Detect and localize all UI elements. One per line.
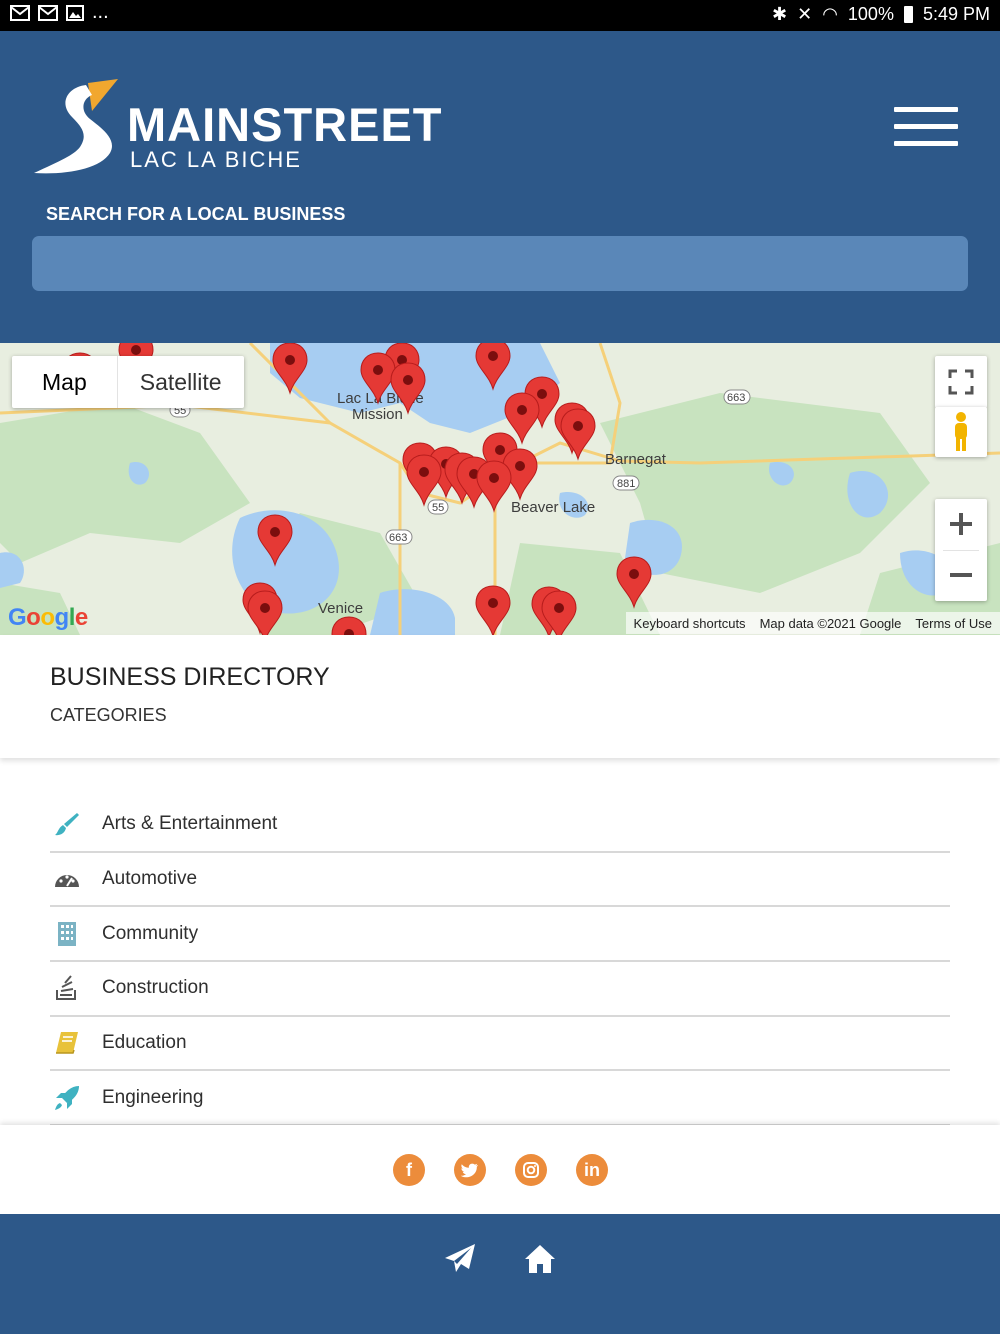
- minus-icon: [950, 573, 972, 577]
- business-map[interactable]: 55 663 881 55 663 Lac La Biche Mission B…: [0, 343, 1000, 635]
- category-item-education[interactable]: Education: [50, 1017, 950, 1072]
- keyboard-shortcuts-link[interactable]: Keyboard shortcuts: [634, 616, 746, 631]
- menu-bar: [894, 107, 958, 112]
- pegman-icon: [955, 412, 967, 451]
- building-icon: [52, 919, 82, 949]
- paper-plane-icon: [445, 1244, 475, 1272]
- road-shield-label: 55: [432, 502, 444, 514]
- facebook-icon[interactable]: f: [393, 1154, 425, 1186]
- category-item-construction[interactable]: Construction: [50, 962, 950, 1017]
- map-type-map-button[interactable]: Map: [12, 356, 118, 408]
- paintbrush-icon: [52, 809, 82, 839]
- rocket-icon: [52, 1083, 82, 1113]
- home-icon: [525, 1245, 555, 1273]
- map-place-label: Mission: [352, 406, 403, 423]
- road-shield-label: 881: [617, 478, 635, 490]
- book-icon: [52, 1028, 82, 1058]
- map-type-control: Map Satellite: [12, 356, 244, 408]
- plus-icon: [950, 513, 972, 535]
- zoom-control: [935, 499, 987, 601]
- map-place-label: Beaver Lake: [511, 499, 595, 516]
- mail-icon: [10, 4, 30, 21]
- battery-icon: [903, 6, 913, 23]
- fullscreen-button[interactable]: [935, 356, 987, 408]
- logo-subtitle: LAC LA BICHE: [130, 147, 302, 172]
- more-notifications: ...: [92, 1, 109, 23]
- road-shield-label: 663: [727, 392, 745, 404]
- mainstreet-logo[interactable]: MAINSTREET LAC LA BICHE: [30, 77, 442, 177]
- category-label: Automotive: [102, 868, 198, 890]
- map-type-satellite-button[interactable]: Satellite: [118, 356, 244, 408]
- search-label: SEARCH FOR A LOCAL BUSINESS: [46, 204, 346, 224]
- bluetooth-icon: ✱: [772, 4, 788, 24]
- contact-button[interactable]: [443, 1242, 477, 1276]
- map-data-credit: Map data ©2021 Google: [759, 615, 902, 631]
- system-icons: ✱ ✕ ◠ 100% 5:49 PM: [772, 4, 990, 25]
- category-item-engineering[interactable]: Engineering: [50, 1071, 950, 1127]
- category-label: Construction: [102, 977, 209, 999]
- mail-icon: [38, 4, 58, 21]
- road-shield-label: 663: [389, 532, 407, 544]
- pelican-logo-icon: [34, 79, 118, 174]
- status-bar: ... ✱ ✕ ◠ 100% 5:49 PM: [0, 0, 1000, 31]
- notification-icons: ...: [10, 1, 109, 23]
- zoom-out-button[interactable]: [935, 550, 987, 600]
- category-item-community[interactable]: Community: [50, 907, 950, 963]
- street-view-pegman[interactable]: [935, 407, 987, 457]
- dashboard-icon: [52, 864, 82, 894]
- twitter-icon[interactable]: [454, 1154, 486, 1186]
- mute-icon: ✕: [797, 4, 813, 24]
- page-title: BUSINESS DIRECTORY: [50, 663, 330, 691]
- directory-header: BUSINESS DIRECTORY CATEGORIES: [0, 635, 1000, 758]
- social-icons: f in: [393, 1154, 608, 1186]
- map-attribution: Keyboard shortcuts Map data ©2021 Google…: [625, 612, 1000, 634]
- image-icon: [66, 4, 84, 21]
- fullscreen-icon: [948, 369, 974, 395]
- map-place-label: Barnegat: [605, 451, 667, 468]
- category-label: Education: [102, 1032, 187, 1054]
- home-button[interactable]: [523, 1242, 557, 1276]
- category-label: Engineering: [102, 1086, 204, 1108]
- menu-bar: [894, 124, 958, 129]
- section-subtitle: CATEGORIES: [50, 705, 167, 725]
- category-item-arts-entertainment[interactable]: Arts & Entertainment: [50, 798, 950, 853]
- category-item-automotive[interactable]: Automotive: [50, 853, 950, 908]
- business-search-input[interactable]: [32, 236, 968, 291]
- zoom-in-button[interactable]: [935, 499, 987, 549]
- category-label: Community: [102, 922, 199, 944]
- linkedin-icon[interactable]: in: [576, 1154, 608, 1186]
- category-list: Arts & Entertainment Automotive Communit…: [50, 798, 950, 1127]
- wifi-icon: ◠: [822, 4, 838, 24]
- logo-title: MAINSTREET: [127, 98, 443, 151]
- google-logo: Google: [8, 604, 88, 631]
- terms-of-use-link[interactable]: Terms of Use: [915, 616, 992, 631]
- clock: 5:49 PM: [922, 4, 990, 24]
- category-label: Arts & Entertainment: [102, 813, 278, 835]
- instagram-icon[interactable]: [515, 1154, 547, 1186]
- social-links-bar: f in: [0, 1125, 1000, 1214]
- site-header: MAINSTREET LAC LA BICHE SEARCH FOR A LOC…: [0, 31, 1000, 343]
- battery-percent: 100%: [847, 4, 894, 24]
- bottom-nav: [0, 1214, 1000, 1334]
- menu-bar: [894, 141, 958, 146]
- hamburger-menu-button[interactable]: [894, 107, 958, 147]
- stack-icon: [52, 973, 82, 1003]
- map-place-label: Venice: [318, 600, 363, 617]
